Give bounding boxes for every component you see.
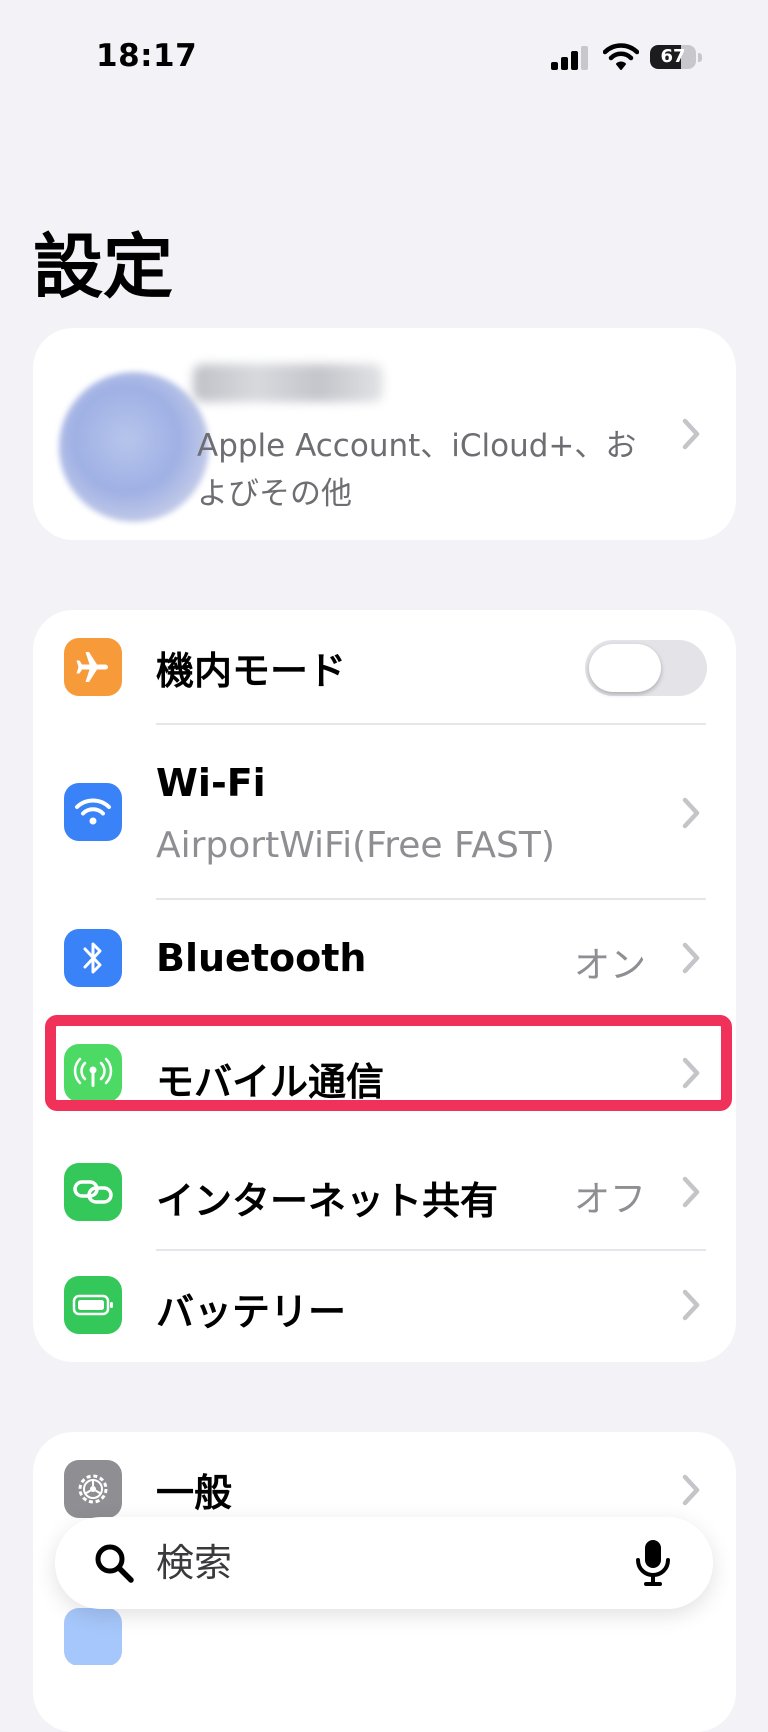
connected-network-name: AirportWiFi(Free FAST) <box>156 825 555 866</box>
row-wifi[interactable]: Wi-Fi AirportWiFi(Free FAST) <box>33 725 736 900</box>
search-icon <box>93 1542 135 1584</box>
row-value: オフ <box>573 1179 646 1220</box>
account-name: 名前 <box>193 364 383 402</box>
chevron-right-icon <box>680 416 702 452</box>
wifi-icon <box>64 783 122 841</box>
row-battery[interactable]: バッテリー <box>33 1251 736 1362</box>
toggle-knob <box>589 644 661 692</box>
battery-icon <box>64 1276 122 1334</box>
search-bar[interactable]: 検索 <box>55 1517 713 1609</box>
row-label: バッテリー <box>156 1290 347 1334</box>
microphone-icon[interactable] <box>633 1538 673 1588</box>
link-icon <box>64 1163 122 1221</box>
battery-status-icon: 67 <box>650 42 704 72</box>
page-title: 設定 <box>33 226 173 308</box>
airplane-mode-toggle[interactable] <box>585 640 707 696</box>
row-label: インターネット共有 <box>156 1179 499 1223</box>
row-label: Bluetooth <box>156 936 367 980</box>
battery-level: 67 <box>660 46 686 67</box>
status-bar: 18:17 67 <box>0 0 768 110</box>
row-label: 一般 <box>156 1471 233 1515</box>
chevron-right-icon <box>680 795 702 831</box>
battery-cap <box>698 53 702 62</box>
row-bluetooth[interactable]: Bluetooth オン <box>33 900 736 1017</box>
avatar <box>59 372 209 522</box>
bluetooth-icon <box>64 929 122 987</box>
wifi-status-icon <box>602 43 640 71</box>
chevron-right-icon <box>680 940 702 976</box>
chevron-right-icon <box>680 1174 702 1210</box>
account-subtitle: Apple Account、iCloud+、およびその他 <box>197 428 637 512</box>
cellular-signal-icon <box>551 46 589 70</box>
connectivity-settings-group: 機内モード Wi-Fi AirportWiFi(Free FAST) Bluet… <box>33 610 736 1362</box>
status-time: 18:17 <box>96 38 198 74</box>
row-personal-hotspot[interactable]: インターネット共有 オフ <box>33 1134 736 1251</box>
chevron-right-icon <box>680 1472 702 1508</box>
chevron-right-icon <box>680 1287 702 1323</box>
row-airplane-mode: 機内モード <box>33 610 736 725</box>
search-input[interactable]: 検索 <box>156 1537 232 1589</box>
row-label: 機内モード <box>156 649 347 693</box>
row-value: オン <box>573 945 646 986</box>
highlight-box <box>45 1015 732 1111</box>
accessibility-icon <box>64 1608 122 1665</box>
gear-icon <box>64 1460 122 1518</box>
row-label: Wi-Fi <box>156 761 266 805</box>
apple-account-card[interactable]: 名前 Apple Account、iCloud+、およびその他 <box>33 328 736 540</box>
airplane-icon <box>64 638 122 696</box>
